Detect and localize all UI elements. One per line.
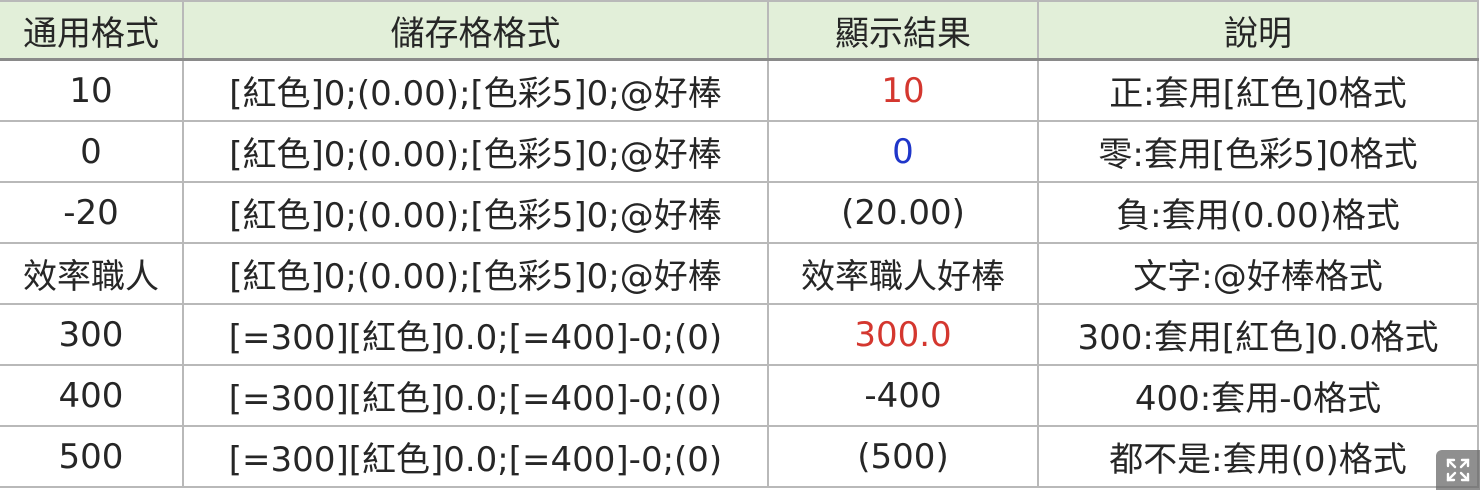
cell-result: (500) [767,425,1039,488]
cell-general: 400 [0,364,184,427]
cell-result: 10 [767,58,1039,122]
header-row: 通用格式 儲存格格式 顯示結果 說明 [0,0,1479,61]
cell-result: 0 [767,120,1039,183]
cell-general: 10 [0,58,184,122]
cell-general: 0 [0,120,184,183]
cell-format: [紅色]0;(0.00);[色彩5]0;@好棒 [182,181,769,244]
cell-description: 都不是:套用(0)格式 [1037,425,1479,488]
cell-format: [=300][紅色]0.0;[=400]-0;(0) [182,425,769,488]
cell-general: 300 [0,303,184,366]
table-row: 10 [紅色]0;(0.00);[色彩5]0;@好棒 10 正:套用[紅色]0格式 [0,58,1479,122]
table-row: 400 [=300][紅色]0.0;[=400]-0;(0) -400 400:套用-… [0,364,1479,427]
expand-arrows-icon [1446,458,1470,482]
table-row: 效率職人 [紅色]0;(0.00);[色彩5]0;@好棒 效率職人好棒 文字:@好棒格… [0,242,1479,305]
cell-description: 零:套用[色彩5]0格式 [1037,120,1479,183]
header-description: 說明 [1037,0,1479,61]
header-result: 顯示結果 [767,0,1039,61]
cell-description: 文字:@好棒格式 [1037,242,1479,305]
expand-button[interactable] [1436,450,1480,490]
cell-description: 正:套用[紅色]0格式 [1037,58,1479,122]
cell-format: [紅色]0;(0.00);[色彩5]0;@好棒 [182,120,769,183]
format-table: 通用格式 儲存格格式 顯示結果 說明 10 [紅色]0;(0.00);[色彩5]0… [0,0,1479,488]
cell-description: 負:套用(0.00)格式 [1037,181,1479,244]
cell-result: -400 [767,364,1039,427]
cell-format: [紅色]0;(0.00);[色彩5]0;@好棒 [182,58,769,122]
cell-format: [=300][紅色]0.0;[=400]-0;(0) [182,303,769,366]
table-row: 500 [=300][紅色]0.0;[=400]-0;(0) (500) 都不是:套用… [0,425,1479,488]
cell-general: 效率職人 [0,242,184,305]
cell-description: 300:套用[紅色]0.0格式 [1037,303,1479,366]
cell-result: 300.0 [767,303,1039,366]
table-row: 0 [紅色]0;(0.00);[色彩5]0;@好棒 0 零:套用[色彩5]0格式 [0,120,1479,183]
cell-general: 500 [0,425,184,488]
cell-result: (20.00) [767,181,1039,244]
table-body: 10 [紅色]0;(0.00);[色彩5]0;@好棒 10 正:套用[紅色]0格式 0[… [0,58,1479,488]
table-row: -20 [紅色]0;(0.00);[色彩5]0;@好棒 (20.00) 負:套用(0.… [0,181,1479,244]
cell-result: 效率職人好棒 [767,242,1039,305]
table-row: 300 [=300][紅色]0.0;[=400]-0;(0) 300.0 300:套用… [0,303,1479,366]
cell-format: [紅色]0;(0.00);[色彩5]0;@好棒 [182,242,769,305]
cell-format: [=300][紅色]0.0;[=400]-0;(0) [182,364,769,427]
cell-description: 400:套用-0格式 [1037,364,1479,427]
header-format: 儲存格格式 [182,0,769,61]
cell-general: -20 [0,181,184,244]
header-general: 通用格式 [0,0,184,61]
